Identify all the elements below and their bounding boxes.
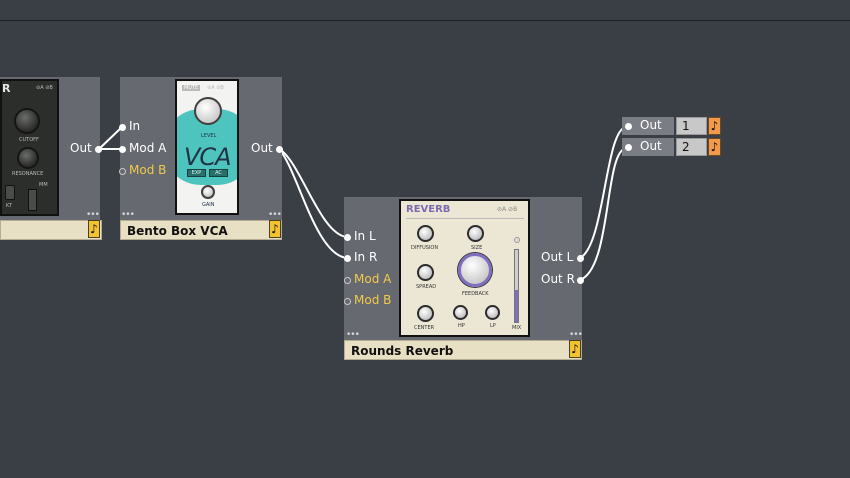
output-2-jack[interactable] xyxy=(625,144,632,151)
note-icon[interactable]: ♪ xyxy=(708,117,721,135)
output-row-2: Out 2 ♪ xyxy=(622,138,721,156)
note-icon[interactable]: ♪ xyxy=(88,220,100,238)
vca-header-icons: ⊘A ⊘B xyxy=(207,85,224,91)
vca-in-jack[interactable] xyxy=(119,124,126,131)
mm-label: MM xyxy=(39,182,48,188)
vca-mod-a-label: Mod A xyxy=(129,141,167,155)
cable-vca-to-reverb-l xyxy=(278,148,348,238)
vca-in-label: In xyxy=(129,119,141,133)
reverb-panel: REVERB ⊘A ⊘B DIFFUSION SIZE SPREAD FEEDB… xyxy=(399,199,530,337)
reverb-title: REVERB xyxy=(406,204,451,215)
dots-icon: ••• xyxy=(569,330,583,340)
feedback-knob[interactable] xyxy=(458,253,492,287)
output-row-1: Out 1 ♪ xyxy=(622,117,721,135)
vca-panel: MUTE ⊘A ⊘B LEVEL VCA EXP AC GAIN xyxy=(175,79,239,215)
reverb-mod-b-jack[interactable] xyxy=(344,298,351,305)
vca-logo: VCA xyxy=(184,143,232,171)
filter-out-port-label: Out xyxy=(70,141,92,155)
diffusion-label: DIFFUSION xyxy=(411,245,439,251)
mix-led xyxy=(514,237,520,243)
reverb-title-divider xyxy=(406,218,524,219)
cable-vca-to-reverb-r xyxy=(278,148,348,259)
feedback-label: FEEDBACK xyxy=(462,291,489,297)
diffusion-knob[interactable] xyxy=(417,225,434,242)
hp-knob[interactable] xyxy=(453,305,468,320)
cable-reverb-l-to-out1 xyxy=(579,126,627,259)
mix-slider[interactable] xyxy=(514,249,519,323)
vca-footer: Bento Box VCA xyxy=(120,220,282,240)
mix-slider-fill xyxy=(515,289,518,322)
reverb-footer: Rounds Reverb xyxy=(344,340,582,360)
ac-button[interactable]: AC xyxy=(209,169,228,177)
reverb-in-r-label: In R xyxy=(354,250,378,264)
lp-label: LP xyxy=(490,323,496,329)
filter-header-icons: ⊘A ⊘B xyxy=(36,85,53,91)
vca-out-port-label: Out xyxy=(251,141,273,155)
note-icon[interactable]: ♪ xyxy=(569,340,581,358)
level-label: LEVEL xyxy=(201,133,217,139)
size-knob[interactable] xyxy=(467,225,484,242)
filter-out-jack[interactable] xyxy=(95,146,102,153)
gain-knob[interactable] xyxy=(201,185,215,199)
cable-reverb-r-to-out2 xyxy=(579,147,627,281)
vca-mod-b-label: Mod B xyxy=(129,163,167,177)
mix-label: MIX xyxy=(512,325,522,331)
note-icon[interactable]: ♪ xyxy=(269,220,281,238)
vca-mod-a-jack[interactable] xyxy=(119,146,126,153)
kt-switch[interactable] xyxy=(5,185,15,200)
reverb-in-r-jack[interactable] xyxy=(344,255,351,262)
resonance-label: RESONANCE xyxy=(12,171,44,177)
vca-module-name: Bento Box VCA xyxy=(127,224,228,238)
output-1-jack[interactable] xyxy=(625,123,632,130)
hp-label: HP xyxy=(458,323,465,329)
cutoff-label: CUTOFF xyxy=(19,137,39,143)
resonance-knob[interactable] xyxy=(17,147,39,169)
reverb-out-l-jack[interactable] xyxy=(577,255,584,262)
dots-icon: ••• xyxy=(268,210,282,220)
center-label: CENTER xyxy=(414,325,435,331)
center-knob[interactable] xyxy=(417,305,434,322)
note-icon[interactable]: ♪ xyxy=(708,138,721,156)
kt-label: KT xyxy=(6,203,12,209)
dots-icon: ••• xyxy=(121,210,135,220)
filter-footer xyxy=(0,220,102,240)
vca-out-jack[interactable] xyxy=(276,146,283,153)
cutoff-knob[interactable] xyxy=(14,108,40,134)
lp-knob[interactable] xyxy=(485,305,500,320)
reverb-in-l-label: In L xyxy=(354,229,376,243)
vca-mute-tag: MUTE xyxy=(182,85,201,91)
reverb-out-r-jack[interactable] xyxy=(577,277,584,284)
cable-filter-to-vca xyxy=(98,126,123,150)
output-channel-number[interactable]: 2 xyxy=(676,138,707,156)
vca-mod-b-jack[interactable] xyxy=(119,168,126,175)
reverb-mod-a-jack[interactable] xyxy=(344,277,351,284)
gain-label: GAIN xyxy=(202,202,215,208)
reverb-out-l-label: Out L xyxy=(541,250,574,264)
size-label: SIZE xyxy=(471,245,483,251)
dots-icon: ••• xyxy=(86,210,100,220)
spread-label: SPREAD xyxy=(416,284,437,290)
reverb-header-icons: ⊘A ⊘B xyxy=(497,206,518,213)
filter-panel-letter: R xyxy=(2,82,11,95)
reverb-out-r-label: Out R xyxy=(541,272,575,286)
mode-switch[interactable] xyxy=(28,189,37,211)
reverb-mod-b-label: Mod B xyxy=(354,293,392,307)
reverb-mod-a-label: Mod A xyxy=(354,272,392,286)
reverb-in-l-jack[interactable] xyxy=(344,234,351,241)
exp-button[interactable]: EXP xyxy=(187,169,206,177)
output-channel-number[interactable]: 1 xyxy=(676,117,707,135)
filter-panel: R ⊘A ⊘B CUTOFF RESONANCE KT MM xyxy=(0,79,59,216)
level-knob[interactable] xyxy=(194,97,222,125)
reverb-module-name: Rounds Reverb xyxy=(351,344,454,358)
dots-icon: ••• xyxy=(346,330,360,340)
spread-knob[interactable] xyxy=(417,264,434,281)
